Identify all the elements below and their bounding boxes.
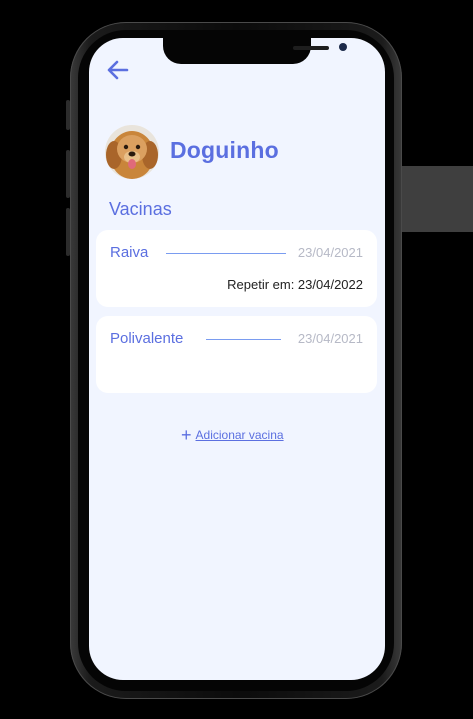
notch: [163, 38, 347, 64]
vaccine-repeat-date: Repetir em: 23/04/2022: [227, 277, 363, 292]
mute-switch: [66, 100, 70, 130]
section-title: Vacinas: [109, 199, 172, 219]
vaccine-card[interactable]: Polivalente 23/04/2021: [96, 316, 377, 393]
dog-photo: [105, 125, 159, 179]
vaccine-date: 23/04/2021: [297, 245, 363, 260]
app-screen: Doguinho Vacinas Raiva 23/04/2021 Repeti…: [89, 38, 385, 680]
add-vaccine-label[interactable]: Adicionar vacina: [196, 428, 284, 442]
add-vaccine-button[interactable]: + Adicionar vacina: [181, 426, 284, 444]
volume-down-button: [66, 208, 70, 256]
speaker: [293, 46, 329, 50]
pet-avatar: [105, 125, 159, 179]
vaccine-name: Polivalente: [110, 330, 184, 347]
back-button[interactable]: [105, 58, 131, 82]
pet-name: Doguinho: [170, 137, 279, 163]
camera: [339, 43, 347, 51]
arrow-left-icon: [107, 60, 129, 80]
power-button: [402, 166, 473, 232]
divider-line: [206, 339, 281, 340]
vaccine-name: Raiva: [110, 244, 149, 261]
volume-up-button: [66, 150, 70, 198]
vaccine-card[interactable]: Raiva 23/04/2021 Repetir em: 23/04/2022: [96, 230, 377, 307]
plus-icon: +: [181, 425, 192, 445]
divider-line: [166, 253, 286, 254]
vaccine-date: 23/04/2021: [297, 331, 363, 346]
